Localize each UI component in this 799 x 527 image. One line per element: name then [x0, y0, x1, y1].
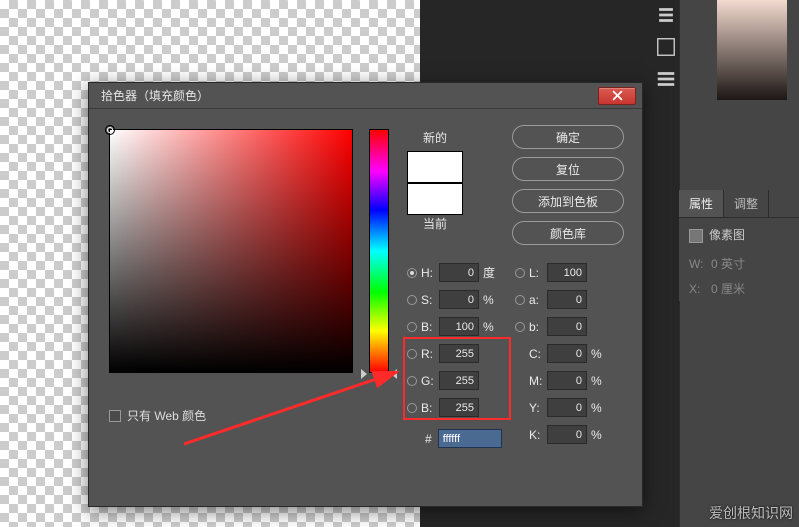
add-swatch-button[interactable]: 添加到色板 — [512, 189, 624, 213]
input-m[interactable] — [547, 371, 587, 390]
unit-k: % — [587, 428, 607, 442]
layer-type-row: 像素图 — [679, 218, 799, 251]
x-label: X: — [689, 282, 711, 296]
panel-icon-2[interactable] — [655, 38, 677, 56]
close-button[interactable] — [598, 87, 636, 105]
label-r: R: — [421, 347, 439, 361]
input-k[interactable] — [547, 425, 587, 444]
input-b-lab[interactable] — [547, 317, 587, 336]
input-hex[interactable] — [438, 429, 502, 448]
hex-label: # — [425, 432, 432, 446]
tab-adjustments[interactable]: 调整 — [724, 190, 769, 217]
reset-button[interactable]: 复位 — [512, 157, 624, 181]
panel-icon-1[interactable] — [655, 6, 677, 24]
watermark: 爱创根知识网 — [709, 503, 793, 523]
web-only-label: 只有 Web 颜色 — [127, 407, 206, 424]
width-row: W: 0 英寸 — [679, 251, 799, 276]
panel-icon-strip — [655, 6, 677, 88]
current-color-swatch — [407, 183, 463, 215]
new-color-swatch — [407, 151, 463, 183]
label-l: L: — [529, 266, 547, 280]
input-h[interactable] — [439, 263, 479, 282]
panel-icon-3[interactable] — [655, 70, 677, 88]
x-value: 0 厘米 — [711, 280, 745, 297]
radio-s[interactable] — [407, 295, 417, 305]
radio-h[interactable] — [407, 268, 417, 278]
unit-m: % — [587, 374, 607, 388]
hue-slider[interactable] — [369, 129, 389, 373]
input-s[interactable] — [439, 290, 479, 309]
radio-brightness[interactable] — [407, 322, 417, 332]
unit-s: % — [479, 293, 499, 307]
saturation-value-field[interactable] — [109, 129, 353, 373]
layer-type-label: 像素图 — [709, 228, 745, 242]
input-b-rgb[interactable] — [439, 398, 479, 417]
input-y[interactable] — [547, 398, 587, 417]
tab-properties[interactable]: 属性 — [679, 190, 724, 217]
radio-a[interactable] — [515, 295, 525, 305]
right-panel: 属性 调整 像素图 W: 0 英寸 X: 0 厘米 — [679, 0, 799, 527]
label-k: K: — [529, 428, 547, 442]
unit-c: % — [587, 347, 607, 361]
label-brightness: B: — [421, 320, 439, 334]
radio-r[interactable] — [407, 349, 417, 359]
label-m: M: — [529, 374, 547, 388]
input-l[interactable] — [547, 263, 587, 282]
label-g: G: — [421, 374, 439, 388]
input-a[interactable] — [547, 290, 587, 309]
width-label: W: — [689, 257, 711, 271]
input-r[interactable] — [439, 344, 479, 363]
radio-g[interactable] — [407, 376, 417, 386]
x-row: X: 0 厘米 — [679, 276, 799, 301]
label-a: a: — [529, 293, 547, 307]
label-c: C: — [529, 347, 547, 361]
label-h: H: — [421, 266, 439, 280]
unit-y: % — [587, 401, 607, 415]
input-c[interactable] — [547, 344, 587, 363]
label-s: S: — [421, 293, 439, 307]
gradient-preview — [717, 0, 787, 100]
radio-b-rgb[interactable] — [407, 403, 417, 413]
dialog-title: 拾色器（填充颜色） — [101, 87, 209, 104]
radio-l[interactable] — [515, 268, 525, 278]
color-libraries-button[interactable]: 颜色库 — [512, 221, 624, 245]
label-b-rgb: B: — [421, 401, 439, 415]
input-g[interactable] — [439, 371, 479, 390]
unit-brightness: % — [479, 320, 499, 334]
current-color-label: 当前 — [407, 215, 463, 237]
close-icon — [612, 90, 623, 101]
hue-arrow-right-icon — [391, 369, 397, 379]
hue-arrow-left-icon — [361, 369, 367, 379]
label-y: Y: — [529, 401, 547, 415]
radio-b-lab[interactable] — [515, 322, 525, 332]
unit-h: 度 — [479, 264, 499, 281]
dialog-titlebar[interactable]: 拾色器（填充颜色） — [89, 83, 642, 109]
input-brightness[interactable] — [439, 317, 479, 336]
color-picker-dialog: 拾色器（填充颜色） 新的 当前 确定 复位 添加到色板 颜色库 — [88, 82, 643, 507]
width-value: 0 英寸 — [711, 255, 745, 272]
new-color-label: 新的 — [407, 129, 463, 151]
web-only-checkbox[interactable] — [109, 410, 121, 422]
layer-type-icon — [689, 229, 703, 243]
ok-button[interactable]: 确定 — [512, 125, 624, 149]
label-b-lab: b: — [529, 320, 547, 334]
panel-tabs: 属性 调整 — [679, 190, 799, 218]
sv-cursor — [105, 125, 115, 135]
